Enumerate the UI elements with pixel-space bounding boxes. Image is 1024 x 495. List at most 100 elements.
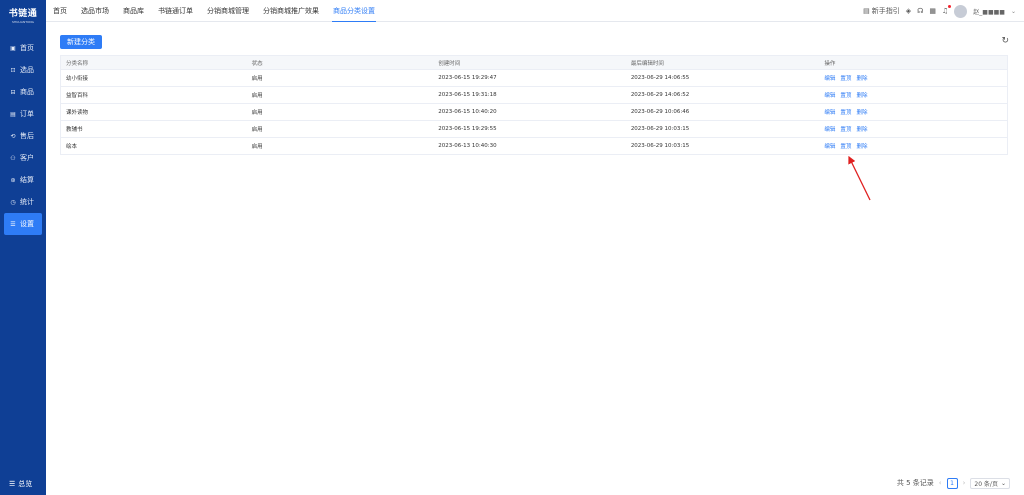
sidebar-item-select[interactable]: ⊡ 选品 xyxy=(4,59,42,81)
new-category-button[interactable]: 新建分类 xyxy=(60,35,102,49)
sidebar-overview-button[interactable]: ☰ 总览 xyxy=(4,477,42,491)
bell-icon[interactable]: ♫ xyxy=(942,5,952,15)
top-right-tools: ▤ 新手指引 ◈ ☊ ▦ ♫ 赵_■■■■ ⌄ xyxy=(863,0,1016,22)
chevron-down-icon[interactable]: ⌄ xyxy=(1011,8,1016,15)
pin-top-link[interactable]: 置顶 xyxy=(840,110,851,116)
edit-link[interactable]: 编辑 xyxy=(824,76,835,82)
edit-link[interactable]: 编辑 xyxy=(824,144,835,150)
sidebar-item-product[interactable]: ⊟ 商品 xyxy=(4,81,42,103)
table-row: 教辅书 启用 2023-06-15 19:29:55 2023-06-29 10:03… xyxy=(61,121,1007,138)
guide-button[interactable]: ▤ 新手指引 xyxy=(863,6,900,16)
product-icon: ⊟ xyxy=(10,88,16,96)
sidebar-overview-label: 总览 xyxy=(18,480,33,488)
edit-link[interactable]: 编辑 xyxy=(824,127,835,133)
cell-name: 幼小衔接 xyxy=(66,76,89,82)
tab-5[interactable]: 分销商城推广效果 xyxy=(256,0,326,22)
cell-status: 启用 xyxy=(251,110,263,116)
cell-name: 教辅书 xyxy=(66,127,83,133)
book-icon: ▤ xyxy=(863,7,870,15)
cell-status: 启用 xyxy=(251,144,263,150)
pin-top-link[interactable]: 置顶 xyxy=(840,144,851,150)
avatar[interactable] xyxy=(954,4,968,18)
menu-icon: ☰ xyxy=(9,480,16,488)
cell-created: 2023-06-13 10:40:30 xyxy=(438,143,497,149)
sidebar-item-label: 统计 xyxy=(20,198,34,206)
cell-actions: 编辑 置顶 删除 xyxy=(819,125,1007,133)
settle-icon: ⊛ xyxy=(10,176,16,184)
tab-1[interactable]: 选品市场 xyxy=(74,0,116,22)
sidebar-item-settle[interactable]: ⊛ 结算 xyxy=(4,169,42,191)
settings-icon: ☰ xyxy=(10,220,16,228)
chevron-down-icon: ⌄ xyxy=(1000,479,1006,487)
eye-icon[interactable]: ◈ xyxy=(906,7,911,15)
sidebar-item-aftersale[interactable]: ⟲ 售后 xyxy=(4,125,42,147)
logo[interactable]: 书链通 SHULIANTONG xyxy=(0,0,46,30)
prev-page-icon[interactable]: ‹ xyxy=(939,479,942,487)
column-header-status: 状态 xyxy=(251,60,263,67)
notification-dot xyxy=(948,5,952,8)
sidebar-item-label: 结算 xyxy=(20,176,34,184)
table-row: 课外读物 启用 2023-06-15 10:40:20 2023-06-29 10:0… xyxy=(61,104,1007,121)
column-header-created: 创建时间 xyxy=(438,60,461,67)
main-content: 新建分类 ↻ 分类名称 状态 创建时间 最后编辑时间 操作 幼小衔接启用 2023… xyxy=(46,22,1024,495)
cell-name: 益智百科 xyxy=(66,93,89,99)
sidebar-item-home[interactable]: ▣ 首页 xyxy=(4,37,42,59)
cell-status: 启用 xyxy=(251,93,263,99)
edit-link[interactable]: 编辑 xyxy=(824,110,835,116)
sidebar-item-customer[interactable]: ⚇ 客户 xyxy=(4,147,42,169)
sidebar-item-label: 设置 xyxy=(20,220,34,228)
delete-link[interactable]: 删除 xyxy=(856,76,867,82)
headset-icon[interactable]: ☊ xyxy=(917,7,923,15)
column-header-actions: 操作 xyxy=(824,60,836,67)
delete-link[interactable]: 删除 xyxy=(856,93,867,99)
sidebar-item-stats[interactable]: ◷ 统计 xyxy=(4,191,42,213)
pin-top-link[interactable]: 置顶 xyxy=(840,127,851,133)
cell-edited: 2023-06-29 14:06:55 xyxy=(630,75,690,81)
cell-name: 课外读物 xyxy=(66,110,89,116)
edit-link[interactable]: 编辑 xyxy=(824,93,835,99)
table-row: 益智百科 启用 2023-06-15 19:31:18 2023-06-29 14:0… xyxy=(61,87,1007,104)
cell-created: 2023-06-15 19:29:55 xyxy=(438,126,497,132)
tab-0[interactable]: 首页 xyxy=(46,0,74,22)
tab-3[interactable]: 书链通订单 xyxy=(151,0,200,22)
delete-link[interactable]: 删除 xyxy=(856,144,867,150)
sidebar-item-label: 首页 xyxy=(20,44,34,52)
column-header-edited: 最后编辑时间 xyxy=(630,60,664,67)
table-header: 分类名称 状态 创建时间 最后编辑时间 操作 xyxy=(61,56,1007,70)
username[interactable]: 赵_■■■■ xyxy=(973,7,1005,16)
delete-link[interactable]: 删除 xyxy=(856,127,867,133)
document-icon[interactable]: ▦ xyxy=(929,7,936,15)
select-icon: ⊡ xyxy=(10,66,16,74)
category-table: 分类名称 状态 创建时间 最后编辑时间 操作 幼小衔接启用 2023-06-15 … xyxy=(60,55,1008,155)
next-page-icon[interactable]: › xyxy=(963,479,966,487)
cell-actions: 编辑 置顶 删除 xyxy=(819,142,1007,150)
sidebar-item-label: 客户 xyxy=(20,154,34,162)
sidebar-item-settings[interactable]: ☰ 设置 xyxy=(4,213,42,235)
cell-edited: 2023-06-29 10:03:15 xyxy=(630,143,690,149)
refresh-icon[interactable]: ↻ xyxy=(1001,36,1009,46)
tab-6[interactable]: 商品分类设置 xyxy=(326,0,382,22)
page-size-value: 20 条/页 xyxy=(974,480,998,488)
cell-status: 启用 xyxy=(251,127,263,133)
pin-top-link[interactable]: 置顶 xyxy=(840,76,851,82)
sidebar-item-label: 订单 xyxy=(20,110,34,118)
page-size-select[interactable]: 20 条/页 ⌄ xyxy=(970,477,1010,489)
cell-created: 2023-06-15 10:40:20 xyxy=(438,109,497,115)
sidebar-item-order[interactable]: ▤ 订单 xyxy=(4,103,42,125)
page-number[interactable]: 1 xyxy=(946,477,958,489)
cell-created: 2023-06-15 19:31:18 xyxy=(438,92,497,98)
cell-name: 绘本 xyxy=(66,144,78,150)
pagination: 共 5 条记录 ‹ 1 › 20 条/页 ⌄ xyxy=(897,477,1010,489)
tab-4[interactable]: 分销商城管理 xyxy=(200,0,256,22)
pin-top-link[interactable]: 置顶 xyxy=(840,93,851,99)
delete-link[interactable]: 删除 xyxy=(856,110,867,116)
table-row: 绘本 启用 2023-06-13 10:40:30 2023-06-29 10:03:… xyxy=(61,138,1007,155)
tab-2[interactable]: 商品库 xyxy=(116,0,151,22)
total-records: 共 5 条记录 xyxy=(896,479,934,487)
column-header-name: 分类名称 xyxy=(66,60,89,67)
home-icon: ▣ xyxy=(10,44,16,52)
table-body: 幼小衔接 启用 2023-06-15 19:29:47 2023-06-29 14:0… xyxy=(61,70,1007,155)
top-bar: 首页 选品市场 商品库 书链通订单 分销商城管理 分销商城推广效果 商品分类设置 ▤ 新手指… xyxy=(46,0,1024,22)
logo-text: 书链通 xyxy=(8,9,38,19)
logo-subtitle: SHULIANTONG xyxy=(12,20,34,24)
